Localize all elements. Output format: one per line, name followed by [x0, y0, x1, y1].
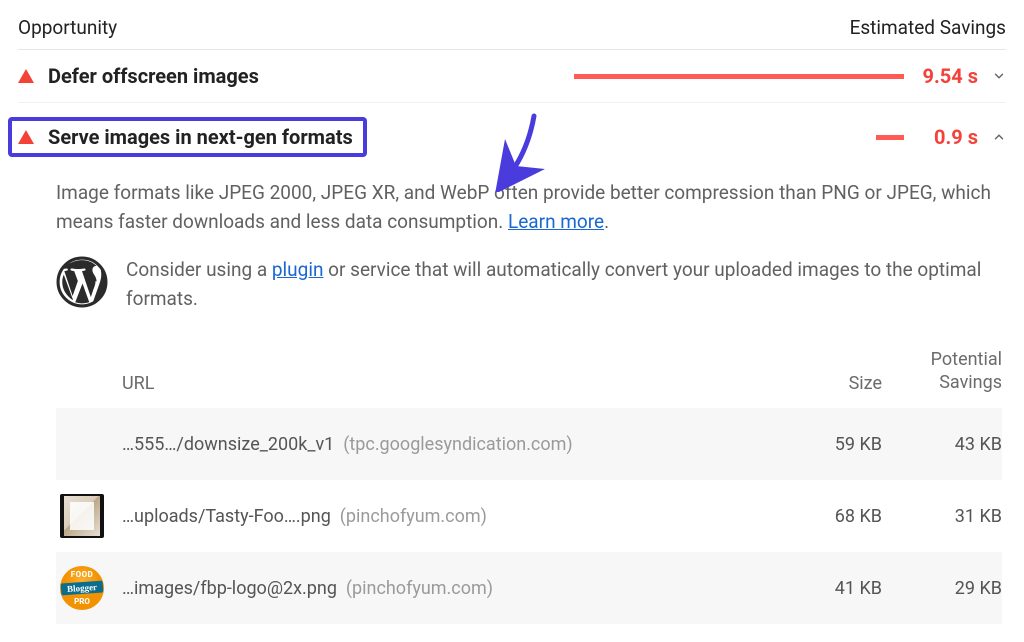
- learn-more-link[interactable]: Learn more: [508, 210, 604, 233]
- image-url-cell: …555…/downsize_200k_v1 (tpc.googlesyndic…: [108, 434, 772, 455]
- opportunity-row-next-gen[interactable]: Serve images in next-gen formats 0.9 s: [18, 103, 1006, 171]
- header-opportunity-label: Opportunity: [18, 16, 117, 39]
- plugin-link[interactable]: plugin: [272, 258, 324, 281]
- image-path[interactable]: …images/fbp-logo@2x.png: [122, 578, 337, 599]
- tip-text: Consider using a plugin or service that …: [126, 256, 1002, 313]
- table-row: …uploads/Tasty-Foo….png (pinchofyum.com)…: [56, 480, 1002, 552]
- wordpress-icon: [56, 256, 108, 308]
- savings-value: 0.9 s: [918, 125, 978, 149]
- thumbnail-image[interactable]: Blogger: [60, 566, 104, 610]
- image-url-cell: …images/fbp-logo@2x.png (pinchofyum.com): [108, 578, 772, 599]
- opportunity-title: Defer offscreen images: [48, 64, 259, 88]
- opportunity-row-defer-offscreen[interactable]: Defer offscreen images 9.54 s: [18, 50, 1006, 103]
- tip-pre: Consider using a: [126, 258, 272, 281]
- image-host: (pinchofyum.com): [340, 506, 487, 527]
- annotation-highlight-box: Serve images in next-gen formats: [8, 117, 367, 157]
- table-row: …555…/downsize_200k_v1 (tpc.googlesyndic…: [56, 408, 1002, 480]
- table-header-url: URL: [108, 373, 772, 394]
- thumbnail-image[interactable]: [60, 494, 104, 538]
- chevron-down-icon[interactable]: [992, 69, 1006, 83]
- image-savings: 31 KB: [882, 506, 1002, 527]
- header-savings-label: Estimated Savings: [850, 16, 1006, 39]
- image-host: (pinchofyum.com): [346, 578, 493, 599]
- image-path[interactable]: …555…/downsize_200k_v1: [122, 434, 334, 455]
- image-url-cell: …uploads/Tasty-Foo….png (pinchofyum.com): [108, 506, 772, 527]
- image-size: 41 KB: [772, 578, 882, 599]
- table-row: Blogger …images/fbp-logo@2x.png (pinchof…: [56, 552, 1002, 624]
- image-size: 59 KB: [772, 434, 882, 455]
- table-header: URL Size PotentialSavings: [56, 339, 1002, 408]
- savings-bar: [574, 74, 904, 79]
- stack-tip: Consider using a plugin or service that …: [56, 256, 1002, 313]
- image-size: 68 KB: [772, 506, 882, 527]
- savings-value: 9.54 s: [918, 64, 978, 88]
- image-savings: 29 KB: [882, 578, 1002, 599]
- table-header-size: Size: [772, 373, 882, 394]
- warning-triangle-icon: [18, 130, 34, 144]
- description-text: Image formats like JPEG 2000, JPEG XR, a…: [56, 179, 1002, 236]
- warning-triangle-icon: [18, 69, 34, 83]
- image-host: (tpc.googlesyndication.com): [343, 434, 572, 455]
- opportunity-title: Serve images in next-gen formats: [48, 125, 353, 149]
- image-savings: 43 KB: [882, 434, 1002, 455]
- thumbnail-blank: [60, 422, 104, 466]
- savings-bar: [574, 135, 904, 140]
- description-post: .: [604, 210, 609, 233]
- image-path[interactable]: …uploads/Tasty-Foo….png: [122, 506, 331, 527]
- chevron-up-icon[interactable]: [992, 130, 1006, 144]
- audit-header: Opportunity Estimated Savings: [18, 12, 1006, 50]
- opportunity-details: Image formats like JPEG 2000, JPEG XR, a…: [18, 171, 1006, 624]
- table-header-savings: PotentialSavings: [882, 349, 1002, 394]
